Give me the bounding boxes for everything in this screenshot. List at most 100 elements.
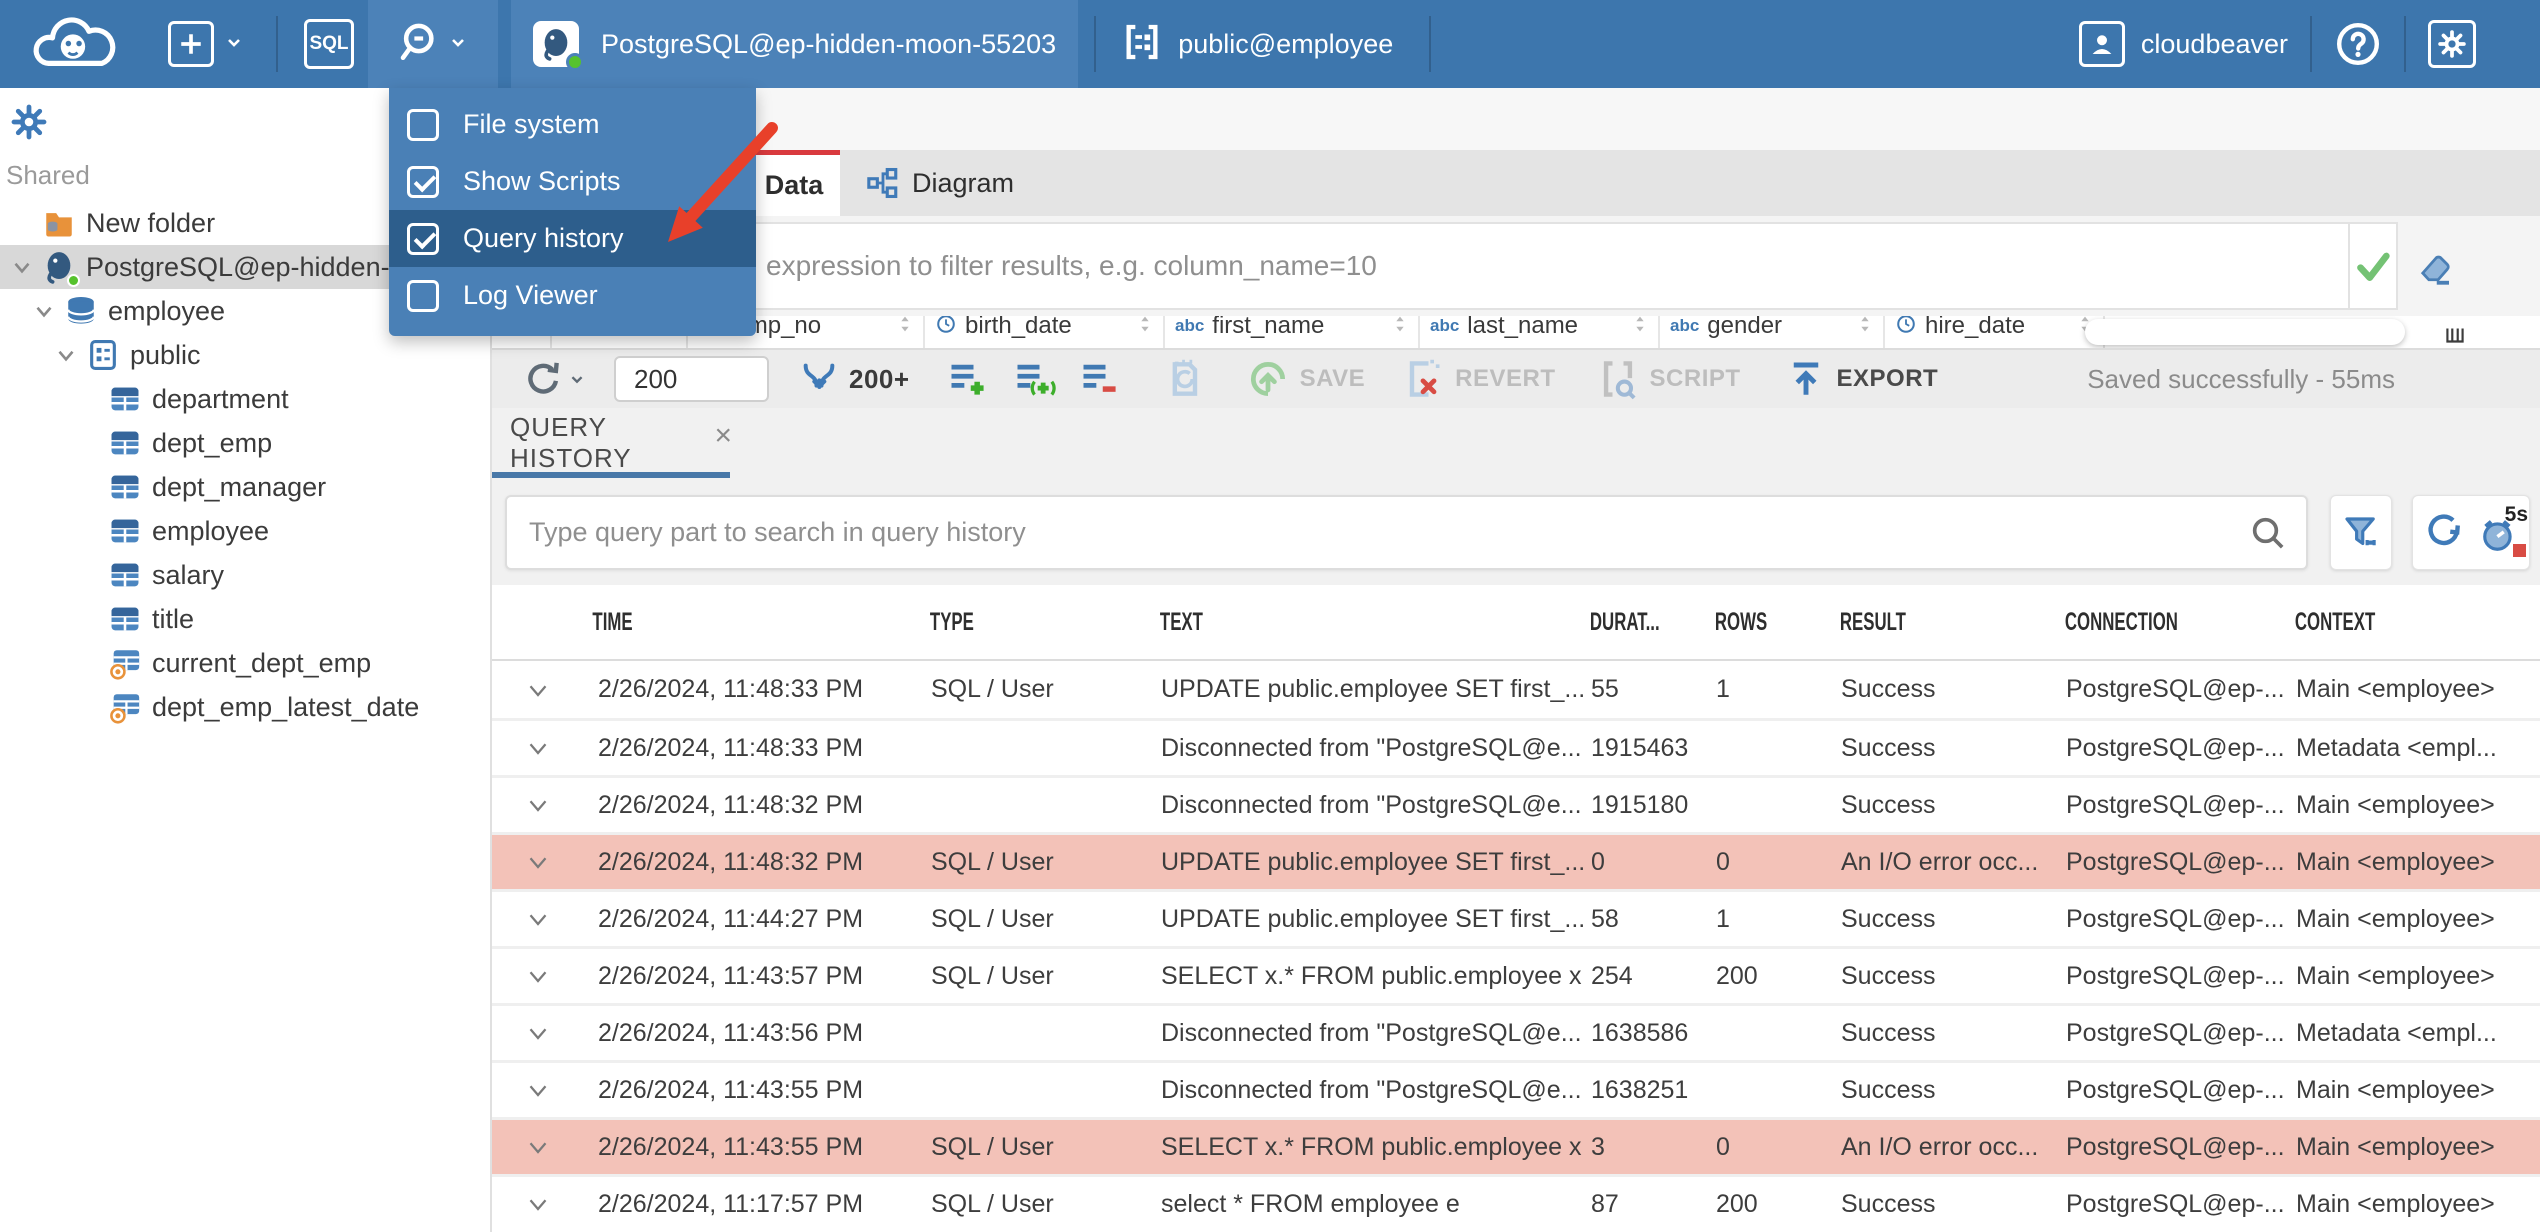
chevron-down-icon[interactable] bbox=[30, 297, 58, 325]
grid-settings-icon[interactable] bbox=[2442, 322, 2468, 348]
tree-item[interactable]: title bbox=[0, 597, 490, 641]
apply-filter-button[interactable] bbox=[2348, 222, 2398, 310]
separator bbox=[2310, 16, 2312, 72]
tree-item[interactable]: dept_emp bbox=[0, 421, 490, 465]
save-status-text: Saved successfully - 55ms bbox=[2087, 363, 2395, 394]
settings-button[interactable] bbox=[2414, 0, 2490, 88]
cell-type: SQL / User bbox=[931, 961, 1054, 990]
script-button[interactable]: SCRIPT bbox=[1596, 357, 1741, 401]
horizontal-scrollbar[interactable] bbox=[2085, 319, 2405, 345]
duplicate-row-button[interactable] bbox=[1012, 357, 1056, 401]
checkbox[interactable] bbox=[407, 108, 439, 141]
col-result[interactable]: RESULT bbox=[1835, 608, 2020, 637]
refresh-document-button[interactable] bbox=[1162, 357, 1206, 401]
col-type[interactable]: TYPE bbox=[925, 608, 1114, 637]
col-rows[interactable]: ROWS bbox=[1710, 608, 1813, 637]
tree-item[interactable]: dept_manager bbox=[0, 465, 490, 509]
row-expand-chevron[interactable] bbox=[492, 847, 567, 877]
tree-item[interactable]: department bbox=[0, 377, 490, 421]
history-row[interactable]: 2/26/2024, 11:43:57 PM SQL / User SELECT… bbox=[492, 946, 2540, 1003]
row-expand-chevron[interactable] bbox=[492, 961, 567, 991]
row-expand-chevron[interactable] bbox=[492, 1189, 567, 1219]
tab-diagram[interactable]: Diagram bbox=[840, 150, 1040, 216]
database-icon bbox=[64, 294, 98, 328]
grid-column-first_name[interactable]: abc first_name bbox=[1165, 316, 1420, 348]
add-row-button[interactable] bbox=[946, 357, 990, 401]
row-expand-chevron[interactable] bbox=[492, 733, 567, 763]
col-time[interactable]: TIME bbox=[567, 608, 861, 637]
row-expand-chevron[interactable] bbox=[492, 1132, 567, 1162]
menu-item[interactable]: File system bbox=[389, 96, 756, 153]
history-table-header: TIME TYPE TEXT DURAT... ROWS RESULT CONN… bbox=[492, 585, 2540, 661]
delete-row-button[interactable] bbox=[1078, 357, 1122, 401]
row-expand-chevron[interactable] bbox=[492, 904, 567, 934]
save-button[interactable]: SAVE bbox=[1246, 357, 1366, 401]
history-row[interactable]: 2/26/2024, 11:43:55 PM Disconnected from… bbox=[492, 1060, 2540, 1117]
help-button[interactable] bbox=[2320, 0, 2396, 88]
history-filter-button[interactable] bbox=[2330, 495, 2392, 570]
checkbox[interactable] bbox=[407, 165, 439, 198]
checkbox[interactable] bbox=[407, 279, 439, 312]
tree-item[interactable]: public bbox=[0, 333, 490, 377]
col-text[interactable]: TEXT bbox=[1155, 608, 1508, 637]
history-row[interactable]: 2/26/2024, 11:48:32 PM SQL / User UPDATE… bbox=[492, 832, 2540, 889]
history-row[interactable]: 2/26/2024, 11:43:56 PM Disconnected from… bbox=[492, 1003, 2540, 1060]
grid-column-last_name[interactable]: abc last_name bbox=[1420, 316, 1660, 348]
history-row[interactable]: 2/26/2024, 11:48:33 PM Disconnected from… bbox=[492, 718, 2540, 775]
sort-icon[interactable] bbox=[1630, 316, 1650, 340]
history-row[interactable]: 2/26/2024, 11:43:55 PM SQL / User SELECT… bbox=[492, 1117, 2540, 1174]
row-expand-chevron[interactable] bbox=[492, 1018, 567, 1048]
sidebar-settings-gear-icon[interactable] bbox=[10, 103, 48, 146]
sort-icon[interactable] bbox=[1135, 316, 1155, 340]
revert-button[interactable]: REVERT bbox=[1401, 357, 1555, 401]
row-expand-chevron[interactable] bbox=[492, 790, 567, 820]
tab-query-history[interactable]: QUERY HISTORY × bbox=[502, 408, 732, 478]
col-context[interactable]: CONTEXT bbox=[2290, 608, 2495, 637]
tab-data[interactable]: Data bbox=[748, 150, 840, 216]
menu-item[interactable]: Log Viewer bbox=[389, 267, 756, 324]
chevron-down-icon[interactable] bbox=[52, 341, 80, 369]
tree-item[interactable]: dept_emp_latest_date bbox=[0, 685, 490, 729]
auto-refresh-timer-icon[interactable]: 5s bbox=[2480, 503, 2528, 557]
grid-column-gender[interactable]: abc gender bbox=[1660, 316, 1885, 348]
tree-item[interactable]: salary bbox=[0, 553, 490, 597]
sort-icon[interactable] bbox=[1390, 316, 1410, 340]
menu-item[interactable]: Show Scripts bbox=[389, 153, 756, 210]
filter-expression-input[interactable] bbox=[492, 222, 2348, 310]
menu-item[interactable]: Query history bbox=[389, 210, 756, 267]
sql-editor-button[interactable]: SQL bbox=[290, 0, 368, 88]
col-connection[interactable]: CONNECTION bbox=[2060, 608, 2249, 637]
connection-selector[interactable]: PostgreSQL@ep-hidden-moon-55203 bbox=[511, 0, 1079, 88]
chevron-down-icon bbox=[74, 429, 102, 457]
export-button[interactable]: EXPORT bbox=[1785, 358, 1939, 400]
history-search-input[interactable] bbox=[505, 495, 2308, 570]
sort-icon[interactable] bbox=[895, 316, 915, 340]
history-refresh-icon[interactable] bbox=[2422, 508, 2466, 557]
new-connection-button[interactable] bbox=[154, 0, 260, 88]
eraser-icon[interactable] bbox=[2412, 244, 2458, 290]
row-limit-input[interactable] bbox=[614, 356, 769, 402]
tree-item[interactable]: current_dept_emp bbox=[0, 641, 490, 685]
refresh-button[interactable] bbox=[522, 357, 588, 401]
cell-duration: 87 bbox=[1591, 1189, 1619, 1218]
row-expand-chevron[interactable] bbox=[492, 1075, 567, 1105]
fetch-more-button[interactable]: 200+ bbox=[799, 359, 910, 399]
grid-column-birth_date[interactable]: birth_date bbox=[925, 316, 1165, 348]
search-icon[interactable] bbox=[2248, 513, 2288, 558]
grid-column-hire_date[interactable]: hire_date bbox=[1885, 316, 2105, 348]
checkbox[interactable] bbox=[407, 222, 439, 255]
col-duration[interactable]: DURAT... bbox=[1585, 608, 1688, 637]
row-expand-chevron[interactable] bbox=[492, 675, 567, 705]
history-row[interactable]: 2/26/2024, 11:44:27 PM SQL / User UPDATE… bbox=[492, 889, 2540, 946]
history-row[interactable]: 2/26/2024, 11:17:57 PM SQL / User select… bbox=[492, 1174, 2540, 1231]
tools-menu-button[interactable] bbox=[368, 0, 498, 88]
history-row[interactable]: 2/26/2024, 11:48:33 PM SQL / User UPDATE… bbox=[492, 661, 2540, 718]
history-row[interactable]: 2/26/2024, 11:48:32 PM Disconnected from… bbox=[492, 775, 2540, 832]
chevron-down-icon[interactable] bbox=[8, 253, 36, 281]
tree-item[interactable]: employee bbox=[0, 509, 490, 553]
close-icon[interactable]: × bbox=[714, 419, 732, 453]
sort-icon[interactable] bbox=[1855, 316, 1875, 340]
data-filter-bar bbox=[492, 216, 2540, 316]
schema-selector[interactable]: public@employee bbox=[1096, 0, 1419, 88]
user-menu[interactable]: cloudbeaver bbox=[2065, 0, 2302, 88]
